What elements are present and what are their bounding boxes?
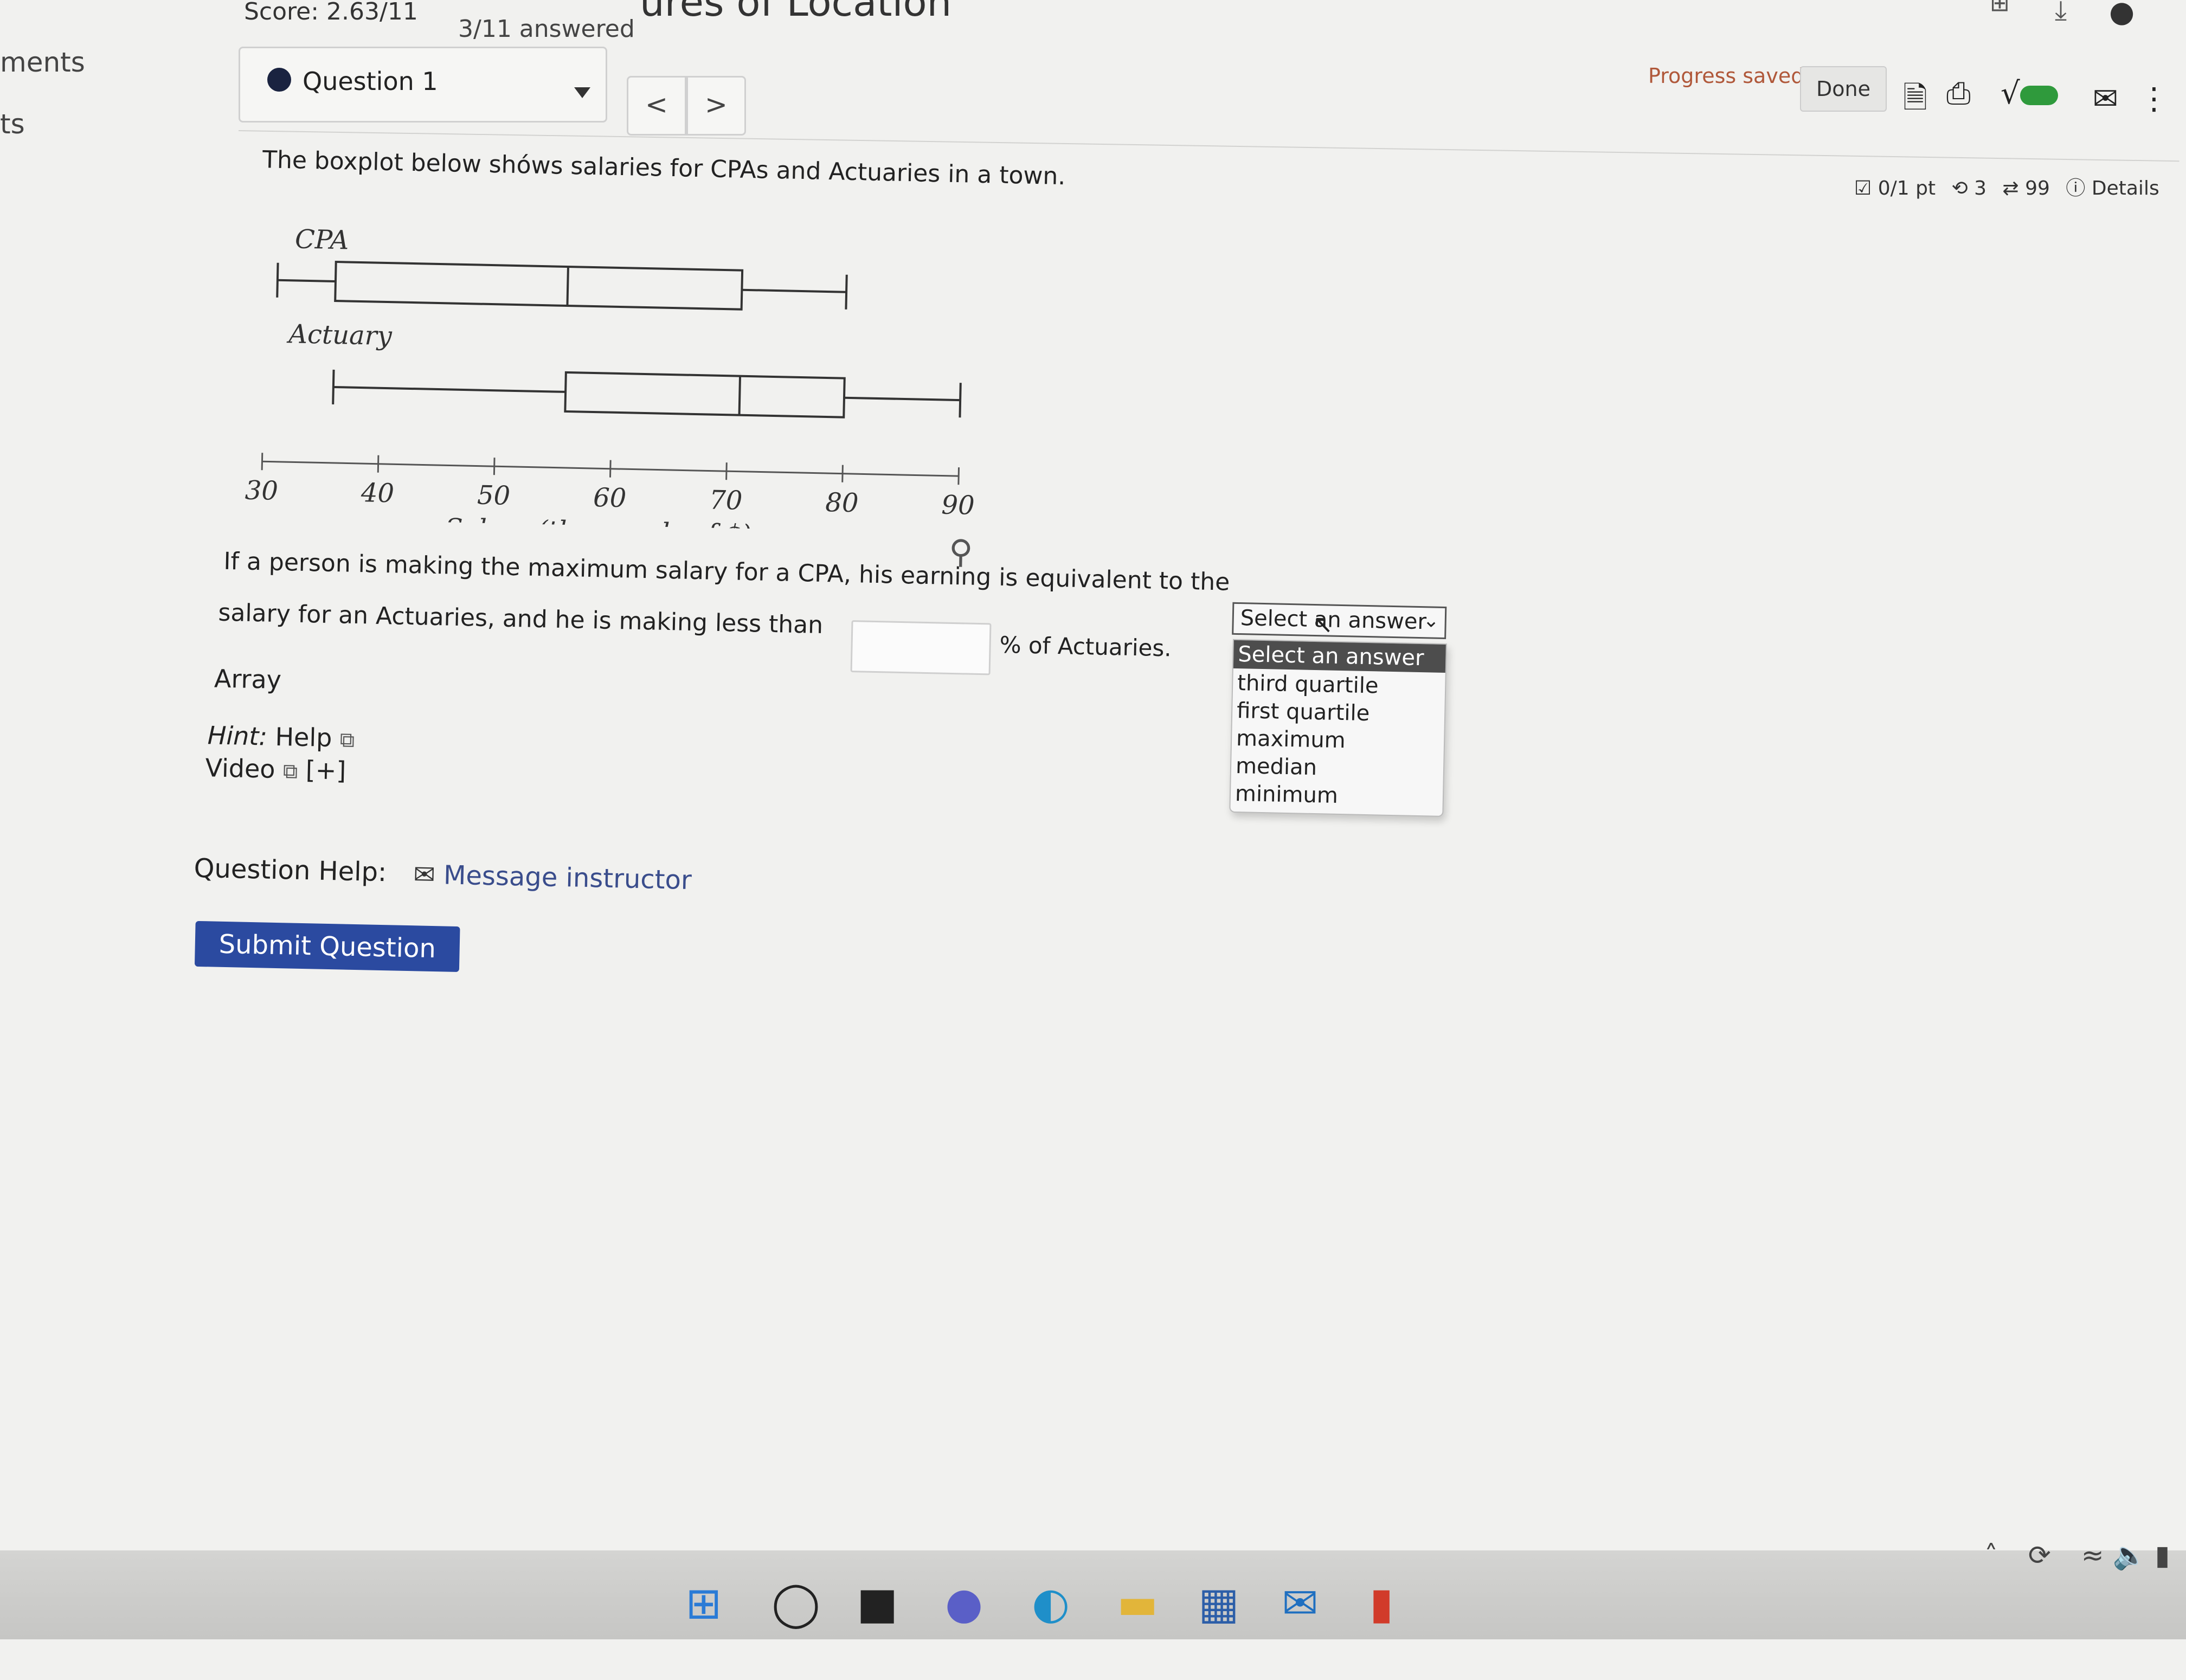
- boxplot-chart: CPA Actuary 30 40 50 60 70 80 90 Salary (thousand…: [245, 224, 975, 534]
- chart-marks: CPA Actuary 30 40 50 60 70 80 90 Salary (thousand…: [245, 224, 975, 534]
- question-line-1: If a person is making the maximum salary…: [223, 547, 1230, 596]
- dropdown-option[interactable]: minimum: [1235, 781, 1339, 808]
- sync-icon[interactable]: ⟳: [2028, 1540, 2051, 1571]
- x-tick-label: 50: [477, 480, 510, 511]
- wifi-icon[interactable]: ≈: [2081, 1540, 2104, 1571]
- dropdown-option[interactable]: median: [1236, 754, 1317, 780]
- taskbar: [0, 1550, 2186, 1639]
- extension-icon[interactable]: ⊞: [1990, 0, 2010, 17]
- whisker-low: [277, 279, 336, 283]
- dropdown-option[interactable]: first quartile: [1237, 698, 1370, 726]
- office-icon[interactable]: ▮: [1355, 1578, 1407, 1630]
- dropdown-option[interactable]: maximum: [1236, 726, 1346, 753]
- percent-input[interactable]: [850, 620, 992, 675]
- whisker-high: [844, 396, 961, 402]
- external-link-icon: ⧉: [282, 759, 298, 783]
- answer-select[interactable]: Select an answer ⌄: [1232, 602, 1447, 640]
- answer-dropdown[interactable]: Select an answer third quartile first qu…: [1229, 639, 1447, 818]
- edge-browser-icon[interactable]: ◐: [1025, 1578, 1077, 1630]
- whisker-high: [742, 288, 847, 293]
- message-label: Message instructor: [443, 860, 692, 896]
- dropdown-option[interactable]: third quartile: [1237, 671, 1379, 698]
- battery-icon[interactable]: ▮: [2155, 1540, 2170, 1571]
- x-tick-label: 60: [593, 482, 627, 513]
- median-line: [738, 376, 742, 415]
- whisker-low: [333, 385, 566, 393]
- mouse-cursor-icon: ↖: [1312, 609, 1334, 639]
- hint-label: Hint:: [207, 720, 268, 751]
- iqr-box: [564, 371, 846, 419]
- median-line: [566, 266, 569, 306]
- x-axis-label: Salary (thousands of $): [445, 513, 752, 534]
- x-tick-label: 80: [825, 487, 859, 518]
- series-label-cpa: CPA: [294, 224, 349, 255]
- x-tick: [725, 462, 728, 480]
- envelope-icon: ✉: [413, 859, 436, 891]
- question-intro: The boxplot below shóws salaries for CPA…: [262, 146, 1066, 191]
- question-line-2: salary for an Actuaries, and he is makin…: [218, 598, 824, 639]
- mail-app-icon[interactable]: ✉: [1274, 1578, 1326, 1630]
- search-icon[interactable]: ◯: [770, 1578, 822, 1630]
- volume-muted-icon[interactable]: 🔈: [2113, 1540, 2146, 1571]
- task-view-icon[interactable]: ■: [851, 1578, 903, 1630]
- submit-question-button[interactable]: Submit Question: [194, 921, 460, 973]
- help-link[interactable]: Help: [275, 722, 332, 752]
- store-icon[interactable]: ▦: [1193, 1578, 1245, 1630]
- question-panel: The boxplot below shóws salaries for CPA…: [0, 0, 2186, 1680]
- whisker-cap-min: [276, 262, 279, 298]
- question-help-label: Question Help:: [194, 853, 387, 888]
- video-row: Video ⧉ [+]: [205, 753, 346, 785]
- x-tick-label: 30: [245, 475, 278, 506]
- question-line-2-end: % of Actuaries.: [999, 631, 1172, 662]
- video-call-icon[interactable]: ●: [938, 1578, 990, 1630]
- video-expand-button[interactable]: [+]: [305, 755, 346, 786]
- array-text: Array: [214, 664, 282, 695]
- message-instructor-link[interactable]: ✉ Message instructor: [413, 859, 692, 896]
- x-tick-label: 90: [941, 490, 975, 521]
- download-icon[interactable]: ⤓: [2055, 0, 2067, 27]
- hint-row: Hint: Help ⧉: [207, 720, 355, 753]
- dropdown-option[interactable]: Select an answer: [1233, 640, 1446, 673]
- video-link[interactable]: Video: [205, 753, 275, 784]
- chevron-down-icon: ⌄: [1423, 609, 1440, 632]
- x-tick-label: 70: [709, 485, 743, 516]
- file-explorer-icon[interactable]: ▬: [1111, 1578, 1163, 1630]
- iqr-box: [334, 260, 744, 311]
- x-tick-label: 40: [360, 478, 394, 508]
- windows-start-icon[interactable]: ⊞: [678, 1578, 730, 1630]
- system-tray: ˄ ⟳ ≈ 🔈 ▮: [1984, 1540, 2170, 1572]
- external-link-icon: ⧉: [339, 728, 355, 752]
- profile-icon[interactable]: ●: [2109, 0, 2134, 29]
- chevron-up-icon[interactable]: ˄: [1984, 1540, 1998, 1571]
- series-label-actuary: Actuary: [286, 319, 393, 351]
